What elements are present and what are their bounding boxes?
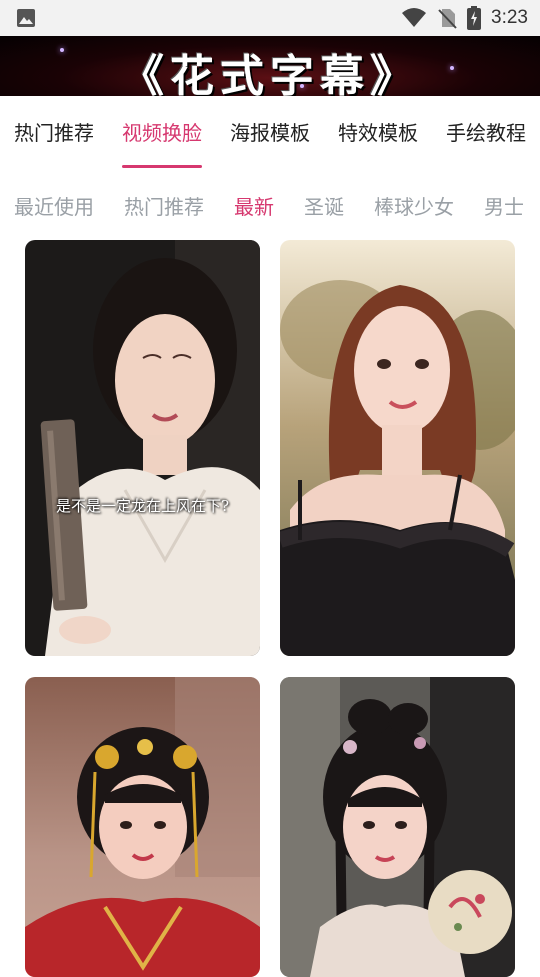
battery-charging-icon bbox=[467, 6, 482, 30]
template-card[interactable] bbox=[280, 677, 515, 977]
subtab-newest[interactable]: 最新 bbox=[234, 191, 274, 220]
tab-hot-recommend[interactable]: 热门推荐 bbox=[14, 96, 94, 170]
banner-title: 《花式字幕》 bbox=[120, 51, 420, 96]
sub-tabs: 最近使用 热门推荐 最新 圣诞 棒球少女 男士 bbox=[0, 170, 540, 240]
banner[interactable]: 《花式字幕》 bbox=[0, 36, 540, 96]
subtab-recent[interactable]: 最近使用 bbox=[14, 191, 94, 220]
card-thumbnail bbox=[280, 240, 515, 656]
main-tabs: 热门推荐 视频换脸 海报模板 特效模板 手绘教程 bbox=[0, 96, 540, 170]
tab-poster-template[interactable]: 海报模板 bbox=[230, 96, 310, 170]
tab-video-faceswap[interactable]: 视频换脸 bbox=[122, 96, 202, 170]
card-thumbnail bbox=[25, 677, 260, 977]
template-card[interactable]: 是不是一定龙在上风在下? bbox=[25, 240, 260, 656]
subtab-hot[interactable]: 热门推荐 bbox=[124, 191, 204, 220]
image-icon bbox=[16, 8, 36, 28]
card-thumbnail bbox=[25, 240, 260, 656]
card-thumbnail bbox=[280, 677, 515, 977]
subtab-christmas[interactable]: 圣诞 bbox=[304, 191, 344, 220]
template-card[interactable] bbox=[280, 240, 515, 656]
status-time: 3:23 bbox=[491, 7, 528, 28]
no-sim-icon bbox=[437, 7, 457, 29]
subtab-baseball-girl[interactable]: 棒球少女 bbox=[374, 191, 454, 220]
template-card[interactable] bbox=[25, 677, 260, 977]
card-caption: 是不是一定龙在上风在下? bbox=[55, 497, 230, 515]
subtab-men[interactable]: 男士 bbox=[484, 191, 524, 220]
tab-drawing-tutorial[interactable]: 手绘教程 bbox=[446, 96, 526, 170]
tab-effect-template[interactable]: 特效模板 bbox=[338, 96, 418, 170]
template-grid: 是不是一定龙在上风在下? bbox=[0, 240, 540, 977]
wifi-icon bbox=[401, 7, 427, 29]
status-bar: 3:23 bbox=[0, 0, 540, 36]
